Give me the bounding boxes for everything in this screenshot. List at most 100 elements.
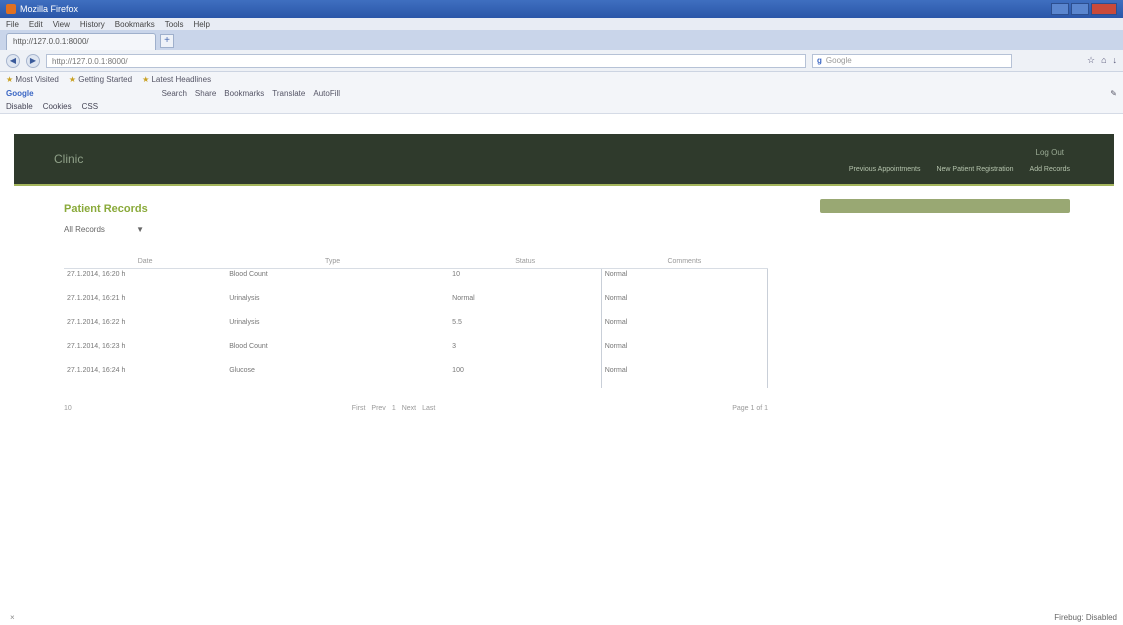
records-filter-select[interactable]: All Records ▼ — [64, 223, 144, 235]
table-row[interactable]: 27.1.2014, 16:21 h Urinalysis Normal Nor… — [64, 292, 769, 304]
gtb-share[interactable]: Share — [195, 89, 216, 98]
table-header-row: Date Type Status Comments — [64, 256, 768, 269]
nav-right-icons: ☆ ⌂ ↓ — [1087, 55, 1117, 66]
cell-type: Glucose — [229, 366, 255, 374]
nav-new-patient-registration[interactable]: New Patient Registration — [936, 166, 1013, 173]
home-icon[interactable]: ⌂ — [1101, 55, 1106, 66]
cell-blank — [439, 340, 449, 352]
brand-title[interactable]: Clinic — [54, 152, 83, 166]
cell-detail — [600, 376, 769, 388]
cell-type: Blood Count — [229, 342, 268, 350]
gtb-bookmarks[interactable]: Bookmarks — [224, 89, 264, 98]
cell-blank — [439, 364, 449, 376]
gtb-search[interactable]: Search — [162, 89, 187, 98]
cell-detail — [226, 352, 439, 364]
forward-icon[interactable]: ▶ — [26, 53, 40, 68]
menu-bookmarks[interactable]: Bookmarks — [115, 20, 155, 29]
bookmarks-toolbar: ★ Most Visited ★ Getting Started ★ Lates… — [0, 72, 1123, 86]
wd-cookies[interactable]: Cookies — [43, 102, 72, 111]
maximize-button[interactable] — [1071, 3, 1089, 15]
table-row[interactable]: 27.1.2014, 16:20 h Blood Count 10 Normal — [64, 268, 769, 280]
pager-next[interactable]: Next — [402, 405, 416, 412]
cell-detail — [226, 304, 439, 316]
statusbar-close[interactable]: × — [10, 613, 15, 622]
gtb-autofill[interactable]: AutoFill — [313, 89, 340, 98]
page-title: Patient Records — [64, 203, 148, 215]
cell-detail — [64, 352, 226, 364]
cell-type: Urinalysis — [229, 294, 260, 302]
wd-disable[interactable]: Disable — [6, 102, 33, 111]
statusbar-firebug[interactable]: Firebug: Disabled — [1054, 613, 1117, 622]
bookmark-most-visited[interactable]: ★ Most Visited — [6, 75, 59, 84]
url-bar[interactable]: http://127.0.0.1:8000/ — [46, 53, 806, 68]
header-status[interactable]: Status — [449, 256, 602, 269]
cell-detail — [600, 352, 769, 364]
pager-first[interactable]: First — [352, 405, 366, 412]
window-titlebar: Mozilla Firefox — [0, 0, 1123, 18]
cell-comments: Normal — [600, 268, 769, 280]
records-table: Date Type Status Comments 27.1.2014, 16:… — [64, 256, 769, 388]
notification-bar — [820, 199, 1070, 213]
menu-bar: File Edit View History Bookmarks Tools H… — [0, 18, 1123, 30]
cell-type: Urinalysis — [229, 318, 260, 326]
header-type[interactable]: Type — [226, 256, 440, 269]
menu-edit[interactable]: Edit — [29, 20, 43, 29]
bookmark-label: Getting Started — [78, 74, 133, 84]
table-row[interactable]: 27.1.2014, 16:23 h Blood Count 3 Normal — [64, 340, 769, 352]
pager-last[interactable]: Last — [422, 405, 435, 412]
cell-date: 27.1.2014, 16:22 h — [67, 318, 126, 326]
menu-tools[interactable]: Tools — [165, 20, 184, 29]
minimize-button[interactable] — [1051, 3, 1069, 15]
rss-icon: ★ — [142, 74, 150, 84]
table-row[interactable]: 27.1.2014, 16:24 h Glucose 100 Normal — [64, 364, 769, 376]
header-comments[interactable]: Comments — [601, 256, 768, 269]
search-input[interactable]: g Google — [812, 53, 1012, 68]
nav-previous-appointments[interactable]: Previous Appointments — [849, 166, 921, 173]
menu-help[interactable]: Help — [193, 20, 209, 29]
bookmark-getting-started[interactable]: ★ Getting Started — [69, 75, 132, 84]
table-row[interactable]: 27.1.2014, 16:22 h Urinalysis 5.5 Normal — [64, 316, 769, 328]
download-icon[interactable]: ↓ — [1113, 55, 1118, 66]
cell-value: 3 — [452, 342, 457, 350]
cell-value: Normal — [452, 294, 475, 302]
new-tab-button[interactable]: + — [160, 34, 174, 48]
cell-detail — [226, 280, 439, 292]
browser-tab[interactable]: http://127.0.0.1:8000/ — [6, 33, 156, 50]
cell-detail — [449, 304, 601, 316]
table-row-detail — [64, 376, 769, 388]
header-nav: Previous Appointments New Patient Regist… — [849, 166, 1070, 173]
bookmark-label: Latest Headlines — [151, 74, 212, 84]
cell-detail — [439, 304, 449, 316]
logout-link[interactable]: Log Out — [1036, 148, 1064, 157]
cell-comments: Normal — [600, 364, 769, 376]
pager-prev[interactable]: Prev — [371, 405, 385, 412]
tab-strip: http://127.0.0.1:8000/ + — [0, 30, 1123, 50]
page-size-select[interactable]: 10 — [64, 405, 72, 412]
cell-detail — [449, 352, 601, 364]
filter-value: All Records — [64, 224, 105, 234]
gtb-translate[interactable]: Translate — [272, 89, 305, 98]
web-developer-toolbar: Disable Cookies CSS — [0, 100, 1123, 114]
table-row-detail — [64, 328, 769, 340]
bookmark-latest-headlines[interactable]: ★ Latest Headlines — [142, 75, 211, 84]
menu-view[interactable]: View — [53, 20, 70, 29]
wrench-icon[interactable]: ✎ — [1110, 89, 1117, 98]
close-button[interactable] — [1091, 3, 1117, 15]
menu-history[interactable]: History — [80, 20, 105, 29]
menu-file[interactable]: File — [6, 20, 19, 29]
header-date[interactable]: Date — [64, 256, 227, 269]
bookmark-icon: ★ — [6, 74, 14, 84]
cell-date: 27.1.2014, 16:23 h — [67, 342, 126, 350]
wd-css[interactable]: CSS — [82, 102, 98, 111]
bookmark-star-icon[interactable]: ☆ — [1087, 55, 1095, 66]
header-blank — [439, 256, 450, 269]
cell-type: Blood Count — [229, 270, 268, 278]
bookmark-icon: ★ — [68, 74, 77, 84]
back-icon[interactable]: ◀ — [6, 53, 20, 68]
cell-value: 10 — [452, 270, 460, 278]
google-logo: Google — [6, 88, 34, 98]
cell-comments: Normal — [600, 340, 769, 352]
cell-value: 5.5 — [452, 318, 462, 326]
pager-page[interactable]: 1 — [392, 405, 396, 412]
nav-add-records[interactable]: Add Records — [1030, 166, 1070, 173]
